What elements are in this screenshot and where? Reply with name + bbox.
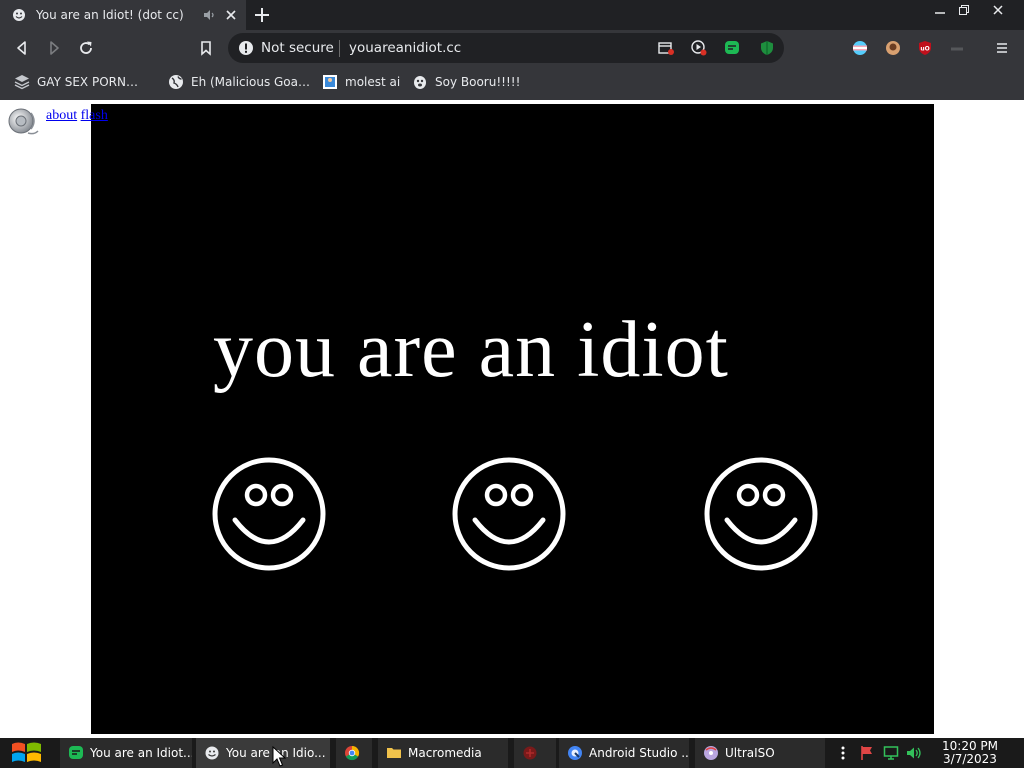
soyjak-icon — [414, 76, 426, 89]
forward-icon[interactable] — [45, 39, 63, 57]
taskbar-item[interactable] — [336, 738, 372, 768]
taskbar-item[interactable]: Android Studio ... — [559, 738, 689, 768]
extension-dim-icon[interactable] — [949, 40, 965, 56]
address-divider — [339, 40, 340, 57]
popup-blocked-icon[interactable] — [658, 40, 674, 56]
bookmark-item[interactable]: molest ai — [322, 73, 400, 91]
app-icon — [523, 746, 537, 760]
flash-stage[interactable] — [91, 104, 934, 734]
tab-strip: You are an Idiot! (dot cc) — [0, 0, 1024, 30]
layers-icon — [14, 75, 30, 90]
globe-icon — [169, 75, 183, 89]
action-center-flag-icon[interactable] — [859, 745, 875, 761]
back-icon[interactable] — [13, 39, 31, 57]
image-icon — [323, 75, 337, 89]
network-icon[interactable] — [883, 745, 899, 761]
media-blocked-icon[interactable] — [691, 40, 707, 56]
smiley-icon — [452, 457, 566, 571]
chat-icon — [69, 746, 83, 759]
taskbar-item[interactable]: UltraISO — [695, 738, 825, 768]
ublock-icon[interactable]: uO — [917, 40, 933, 56]
smiley-icon — [704, 457, 818, 571]
system-clock[interactable]: 10:20 PM 3/7/2023 — [936, 740, 1004, 766]
volume-icon[interactable] — [906, 745, 922, 761]
smiley-icon — [212, 457, 326, 571]
smiley-icon — [13, 9, 25, 21]
bookmark-item[interactable]: Eh (Malicious Goa… — [168, 73, 310, 91]
speaker-icon[interactable] — [6, 105, 40, 139]
new-tab-icon[interactable] — [253, 6, 271, 24]
restore-button[interactable] — [950, 0, 978, 20]
about-link[interactable]: about — [46, 108, 77, 123]
close-icon — [993, 5, 1003, 15]
windows-start-icon[interactable] — [10, 738, 44, 768]
chat-extension-icon[interactable] — [724, 40, 740, 56]
overflow-dots-icon[interactable] — [835, 745, 851, 761]
taskbar-item[interactable] — [514, 738, 556, 768]
android-studio-icon — [568, 746, 582, 760]
svg-text:uO: uO — [920, 46, 929, 53]
headline-text: you are an idiot — [213, 306, 729, 394]
window-close-button[interactable] — [984, 0, 1012, 20]
taskbar-item[interactable]: Macromedia — [378, 738, 508, 768]
taskbar-item[interactable]: You are an Idiot... — [60, 738, 192, 768]
restore-icon — [959, 5, 969, 15]
flash-link[interactable]: flash — [81, 108, 108, 123]
bookmark-item[interactable]: GAY SEX PORN… — [14, 73, 138, 91]
disc-icon — [704, 746, 718, 760]
folder-icon — [387, 748, 401, 758]
clock-date: 3/7/2023 — [943, 752, 997, 766]
tab-title: You are an Idiot! (dot cc) — [36, 8, 184, 22]
tab-audio-icon[interactable] — [202, 8, 216, 22]
info-icon[interactable] — [238, 40, 254, 56]
minimize-icon — [935, 12, 945, 14]
mouse-cursor-icon — [272, 746, 286, 767]
page-links: about flash — [46, 108, 108, 124]
bookmark-item[interactable]: Soy Booru!!!!! — [412, 73, 520, 91]
shield-icon[interactable] — [759, 40, 775, 56]
close-tab-icon[interactable] — [224, 8, 238, 22]
menu-icon[interactable] — [994, 40, 1010, 56]
taskbar-item[interactable]: You are an Idio... — [196, 738, 330, 768]
bookmark-icon[interactable] — [197, 39, 215, 57]
reload-icon[interactable] — [77, 39, 95, 57]
profile-avatar-icon[interactable] — [885, 40, 901, 56]
security-status[interactable]: Not secure — [261, 40, 334, 56]
url-text[interactable]: youareanidiot.cc — [349, 40, 461, 56]
pride-flag-extension-icon[interactable] — [852, 40, 868, 56]
smiley-icon — [205, 746, 219, 760]
chrome-icon — [345, 745, 360, 761]
